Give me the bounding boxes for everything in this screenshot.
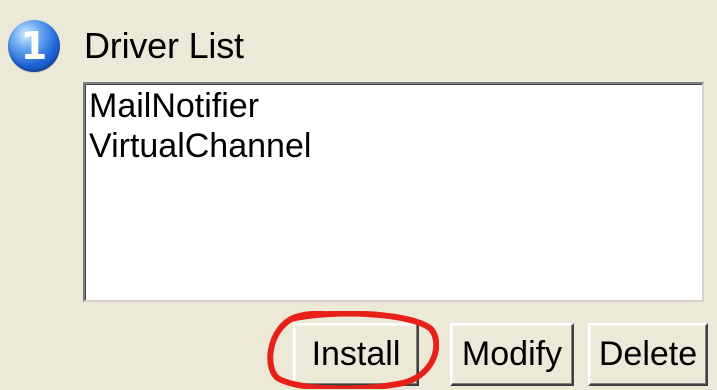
list-item[interactable]: VirtualChannel (89, 126, 698, 166)
driver-list-header: 1 Driver List (8, 18, 244, 74)
list-item[interactable]: MailNotifier (89, 86, 698, 126)
section-title: Driver List (84, 25, 244, 66)
delete-button[interactable]: Delete (588, 323, 708, 386)
step-number-icon: 1 (8, 20, 60, 72)
step-number: 1 (20, 24, 48, 68)
driver-listbox[interactable]: MailNotifier VirtualChannel (83, 82, 704, 302)
modify-button[interactable]: Modify (450, 323, 574, 386)
install-button[interactable]: Install (293, 323, 419, 386)
